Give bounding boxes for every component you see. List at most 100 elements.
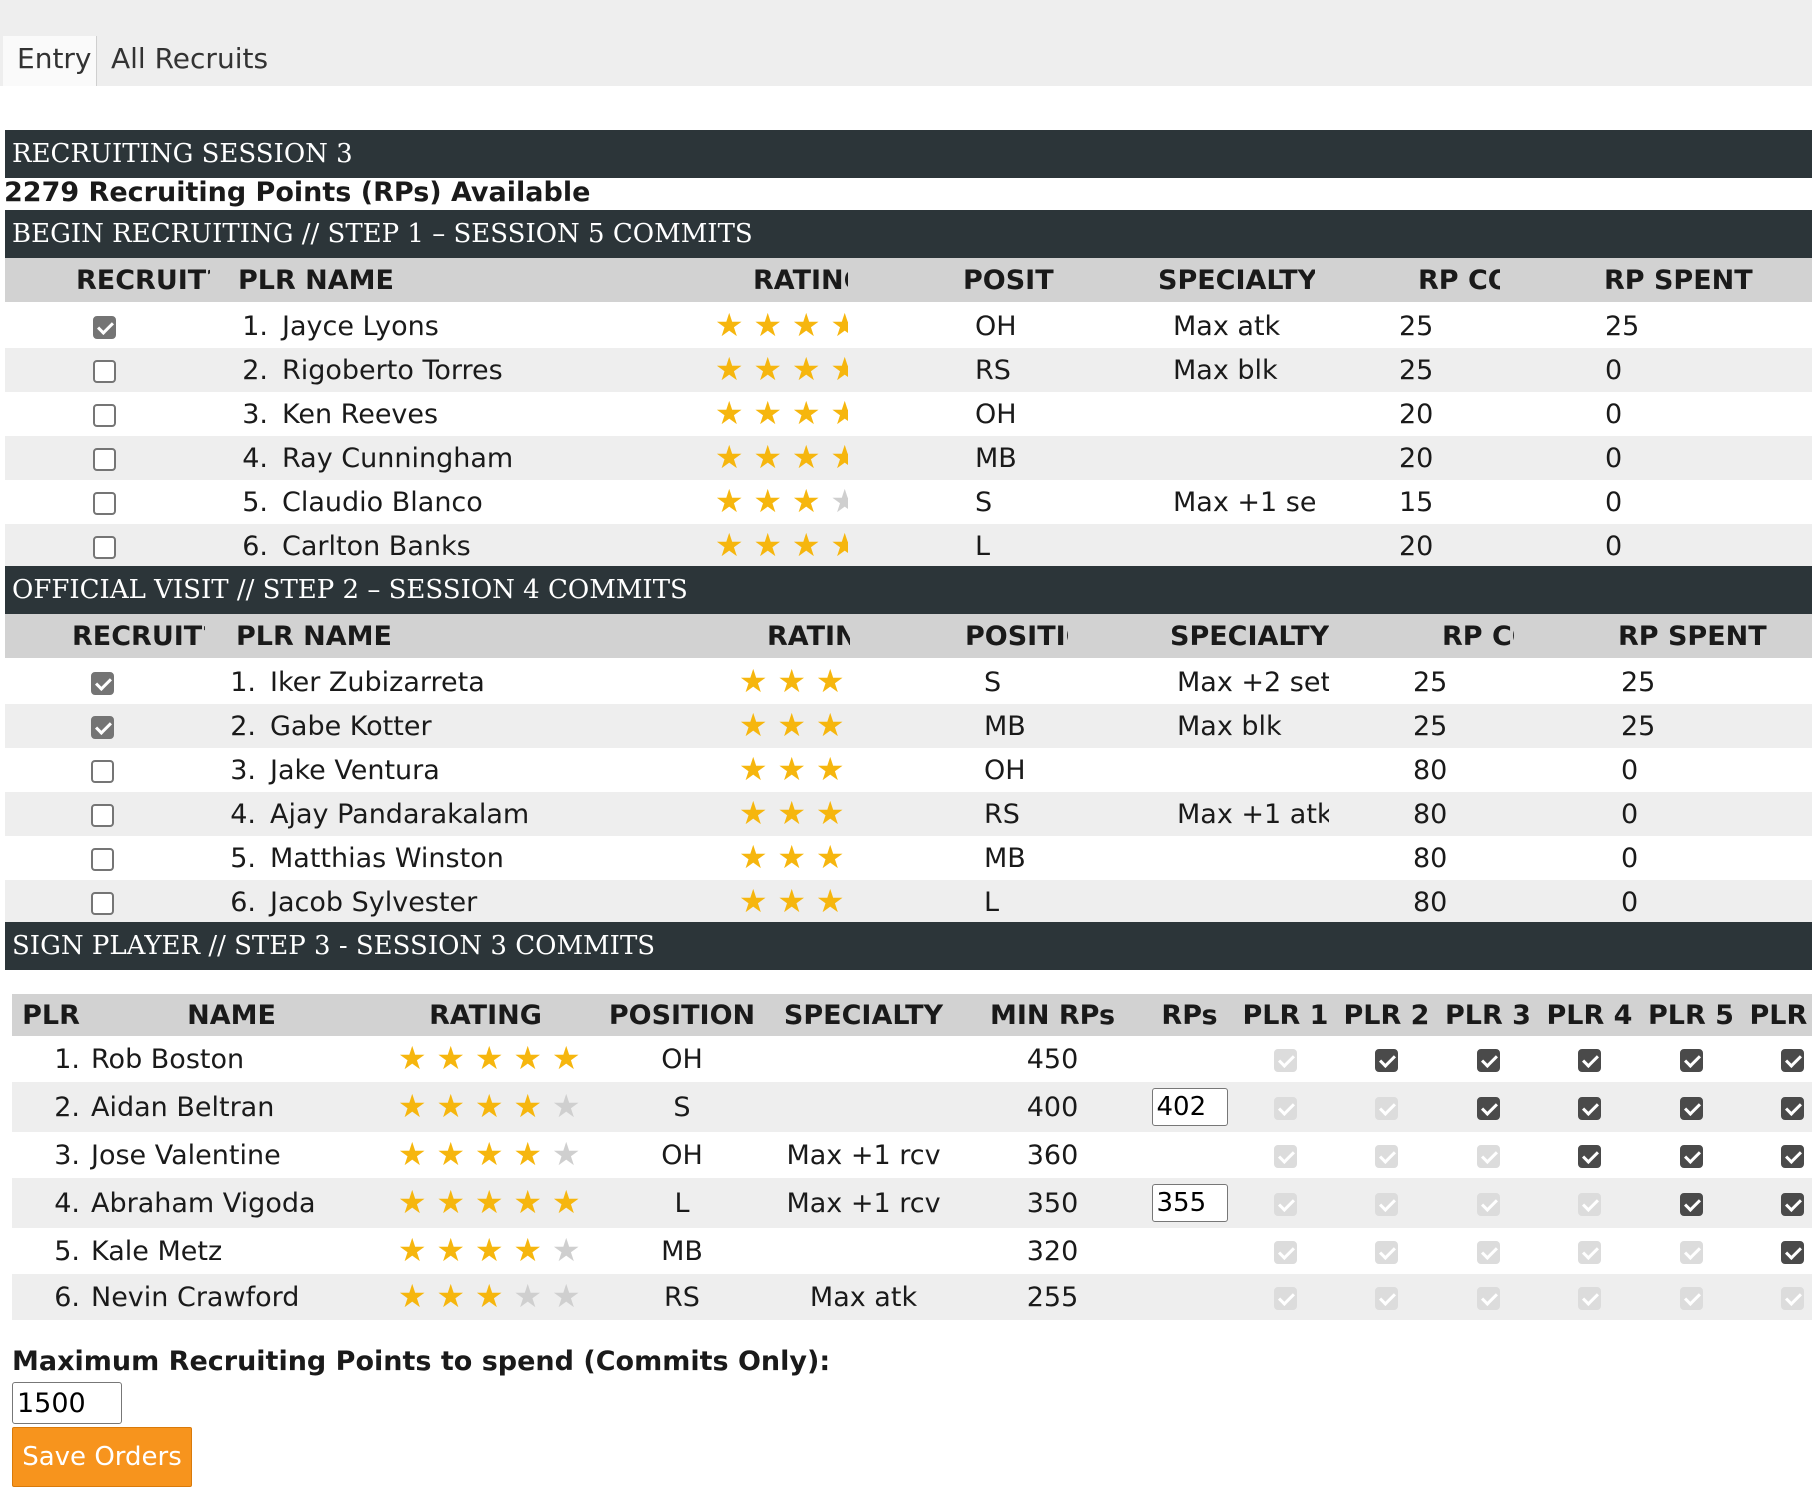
star-rating: ★★★★★ — [734, 841, 850, 875]
min-rps: 360 — [961, 1132, 1144, 1178]
plr-5-checkbox[interactable] — [1679, 1144, 1703, 1168]
rp-available: 2279 Recruiting Points (RPs) Available — [4, 177, 591, 208]
plr-4-checkbox[interactable] — [1578, 1096, 1601, 1120]
table-row: 3. Jake Ventura ★★★★★OH 800 — [5, 748, 1812, 792]
plr-2-checkbox[interactable] — [1375, 1048, 1398, 1072]
tab-all-recruits[interactable]: All Recruits — [97, 36, 282, 86]
col-specialty: SPECIALTY — [1068, 614, 1329, 660]
plr-5-checkbox[interactable] — [1679, 1048, 1703, 1072]
table-row: 5. Kale Metz ★ ★ ★ ★ ★ MB 320 — [12, 1228, 1812, 1274]
position: S — [850, 659, 1068, 704]
specialty — [766, 1228, 961, 1274]
tab-bar: Entry All Recruits — [0, 0, 1812, 86]
rp-spent: 25 — [1514, 704, 1812, 748]
col-plr-3: PLR 3 — [1437, 994, 1539, 1036]
plr-number: 4. — [12, 1178, 90, 1228]
plr-6-checkbox[interactable] — [1781, 1096, 1804, 1120]
table-row: 4. Ajay Pandarakalam ★★★★★RSMax +1 atk800 — [5, 792, 1812, 836]
plr-number: 1. — [12, 1036, 90, 1082]
star-icon: ★ — [551, 1183, 581, 1221]
rp-cost: 80 — [1329, 748, 1514, 792]
star-icon: ★ — [815, 882, 845, 920]
star-icon: ★ — [850, 841, 851, 873]
recruit-checkbox[interactable] — [91, 671, 114, 695]
col-rps: RPs — [1144, 994, 1235, 1036]
rps-input[interactable] — [1151, 1184, 1228, 1222]
max-points-input[interactable] — [12, 1382, 122, 1424]
plr-5-checkbox[interactable] — [1679, 1192, 1703, 1216]
star-rating: ★★★★★ — [710, 485, 848, 519]
save-orders-button[interactable]: Save Orders — [12, 1427, 192, 1487]
plr-4-checkbox — [1578, 1240, 1601, 1264]
plr-4-checkbox[interactable] — [1578, 1144, 1601, 1168]
recruit-checkbox[interactable] — [93, 535, 116, 559]
col-rp-cost: RP COST — [1315, 258, 1500, 304]
plr-6-checkbox[interactable] — [1781, 1048, 1804, 1072]
star-icon: ★ — [714, 438, 744, 476]
star-icon: ★ — [777, 750, 807, 788]
plr-name: Nevin Crawford — [90, 1274, 373, 1320]
star-icon: ★ — [815, 794, 845, 832]
specialty: Max +1 rcv — [766, 1178, 961, 1228]
table-row: 1. Rob Boston ★ ★ ★ ★ ★ OH 450 — [12, 1036, 1812, 1082]
rp-spent: 25 — [1514, 659, 1812, 704]
rps-input[interactable] — [1151, 1088, 1228, 1126]
star-icon: ★ — [738, 750, 768, 788]
plr-4-checkbox[interactable] — [1578, 1048, 1601, 1072]
star-icon: ★ — [513, 1183, 543, 1221]
rp-cost: 80 — [1329, 792, 1514, 836]
recruit-checkbox[interactable] — [91, 891, 114, 915]
star-icon: ★ — [474, 1183, 504, 1221]
recruit-checkbox[interactable] — [93, 315, 116, 339]
star-icon: ★ — [753, 526, 783, 564]
star-rating: ★★★★★ — [734, 797, 850, 831]
plr-name: Jose Valentine — [90, 1132, 373, 1178]
col-plr-6: PLR 6 — [1742, 994, 1812, 1036]
recruit-checkbox[interactable] — [93, 403, 116, 427]
rp-spent: 0 — [1514, 748, 1812, 792]
plr-3-checkbox[interactable] — [1476, 1096, 1500, 1120]
col-rating: RATING — [373, 994, 598, 1036]
recruit-checkbox[interactable] — [91, 847, 114, 871]
plr-6-checkbox — [1781, 1286, 1804, 1310]
star-icon: ★ — [830, 438, 848, 476]
specialty — [1068, 748, 1329, 792]
table-row: 6. Carlton Banks ★★★★★L 200 — [5, 524, 1812, 568]
col-recruit: RECRUIT? — [5, 258, 210, 304]
star-icon: ★ — [436, 1039, 466, 1077]
plr-name: Ken Reeves — [282, 398, 439, 430]
star-icon: ★ — [738, 882, 768, 920]
plr-6-checkbox[interactable] — [1781, 1144, 1804, 1168]
plr-5-checkbox[interactable] — [1679, 1096, 1703, 1120]
plr-1-checkbox — [1274, 1048, 1297, 1072]
specialty: Max +1 rcv — [766, 1132, 961, 1178]
recruit-checkbox[interactable] — [91, 803, 114, 827]
plr-name: Iker Zubizarreta — [270, 666, 485, 698]
position: RS — [850, 792, 1068, 836]
plr-6-checkbox[interactable] — [1781, 1192, 1804, 1216]
star-icon: ★ — [551, 1039, 581, 1077]
plr-3-checkbox[interactable] — [1476, 1048, 1500, 1072]
plr-1-checkbox — [1274, 1192, 1297, 1216]
recruit-checkbox[interactable] — [93, 491, 116, 515]
plr-4-checkbox — [1578, 1192, 1601, 1216]
star-icon: ★ — [513, 1087, 543, 1125]
plr-name: Jayce Lyons — [282, 310, 439, 342]
star-icon: ★ — [436, 1183, 466, 1221]
star-icon: ★ — [436, 1087, 466, 1125]
recruit-checkbox[interactable] — [93, 447, 116, 471]
star-rating: ★★★★★ — [710, 441, 848, 475]
plr-number: 2. — [242, 354, 268, 386]
star-icon: ★ — [753, 350, 783, 388]
specialty: Max atk — [1055, 303, 1315, 348]
rp-cost: 25 — [1329, 659, 1514, 704]
table-row: 2.Gabe Kotter★★★★★MBMax blk2525 — [5, 704, 1812, 748]
col-min-rps: MIN RPs — [961, 994, 1144, 1036]
star-rating: ★★★★★ — [734, 885, 850, 919]
recruit-checkbox[interactable] — [91, 715, 114, 739]
plr-name: Carlton Banks — [282, 530, 471, 562]
tab-entry[interactable]: Entry — [3, 36, 97, 86]
recruit-checkbox[interactable] — [91, 759, 114, 783]
plr-6-checkbox[interactable] — [1781, 1240, 1804, 1264]
recruit-checkbox[interactable] — [93, 359, 116, 383]
